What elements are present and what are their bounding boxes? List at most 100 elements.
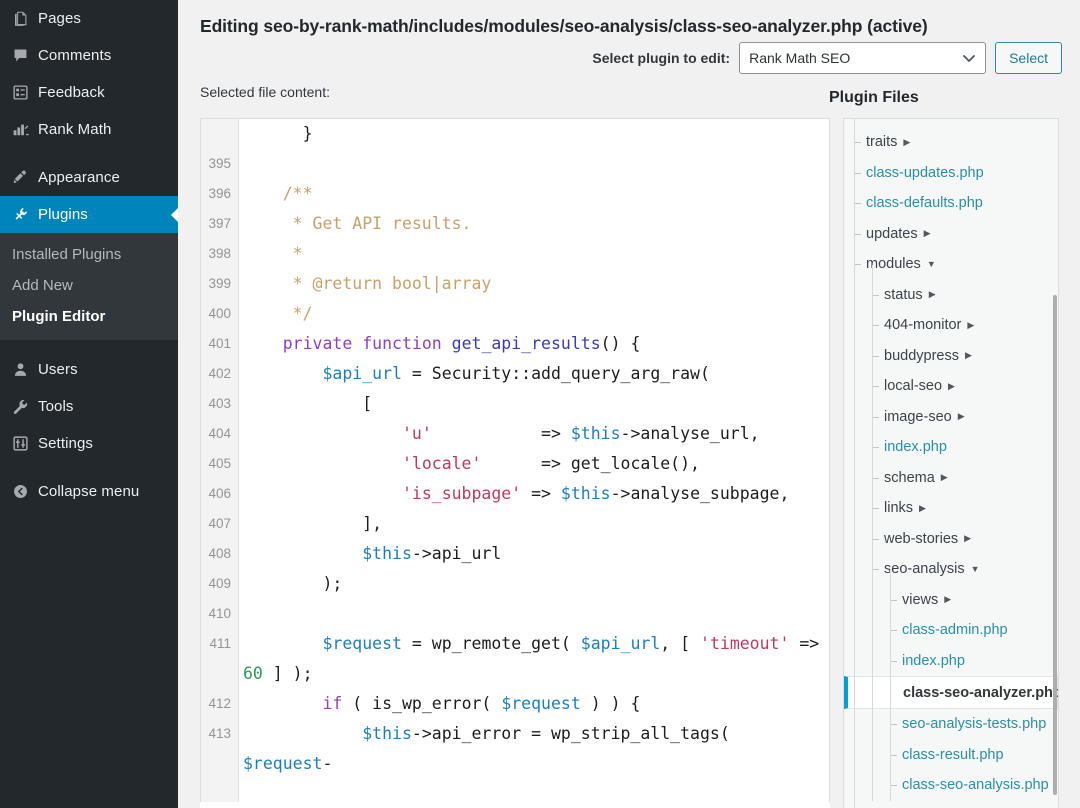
tree-item-selected[interactable]: class-seo-analyzer.php	[844, 676, 1058, 709]
sidebar-item-label: Users	[38, 361, 78, 378]
tree-item-label: class-result.php	[902, 746, 1004, 763]
select-plugin-label: Select plugin to edit:	[592, 50, 731, 66]
sidebar-item-tools[interactable]: Tools	[0, 388, 178, 425]
chevron-right-icon[interactable]: ▶	[924, 229, 931, 238]
tree-item[interactable]: web-stories ▶	[844, 524, 1058, 555]
tree-branch-dash	[872, 538, 879, 540]
sidebar-item-collapse-menu[interactable]: Collapse menu	[0, 473, 178, 510]
plugins-submenu: Installed Plugins Add New Plugin Editor	[0, 233, 178, 340]
sidebar-item-plugins[interactable]: Plugins	[0, 196, 178, 233]
selected-file-content-label: Selected file content:	[200, 84, 330, 100]
tree-branch-dash	[872, 569, 879, 571]
sidebar-item-appearance[interactable]: Appearance	[0, 159, 178, 196]
code-line: 401 private function get_api_results() {	[201, 329, 829, 359]
select-button[interactable]: Select	[995, 42, 1062, 74]
tree-item[interactable]: traits ▶	[844, 127, 1058, 158]
chevron-right-icon[interactable]: ▶	[903, 137, 910, 147]
code-text: *	[243, 244, 303, 263]
menu-separator	[0, 148, 178, 159]
plugin-files-tree-list: traits ▶ class-updates.php class-defaults.p…	[844, 119, 1058, 808]
submenu-item-add-new[interactable]: Add New	[0, 270, 178, 301]
tree-item[interactable]: local-seo ▶	[844, 371, 1058, 402]
chevron-down-icon[interactable]: ▼	[927, 259, 936, 269]
tree-item-label: seo-analysis	[884, 561, 965, 578]
sidebar-item-comments[interactable]: Comments	[0, 37, 178, 74]
chevron-right-icon[interactable]: ▶	[958, 412, 965, 421]
appearance-brush-icon	[12, 168, 38, 188]
tree-item[interactable]: seo-analysis ▼	[844, 554, 1058, 585]
tree-item[interactable]: schema ▶	[844, 463, 1058, 494]
chevron-right-icon[interactable]: ▶	[948, 381, 955, 391]
tree-item-label: class-seo-analysis.php	[902, 777, 1049, 794]
tree-guide-line	[872, 265, 873, 801]
tree-item[interactable]: links ▶	[844, 493, 1058, 524]
tree-item[interactable]: index.php	[844, 646, 1058, 677]
file-tree-scrollbar[interactable]	[1053, 295, 1057, 795]
rank-math-icon	[12, 120, 38, 140]
code-text: /**	[243, 184, 313, 203]
collapse-arrow-icon	[12, 482, 38, 502]
sidebar-item-feedback[interactable]: Feedback	[0, 74, 178, 111]
tree-item[interactable]: updates ▶	[844, 219, 1058, 250]
chevron-right-icon[interactable]: ▶	[941, 473, 948, 482]
plugin-files-tree[interactable]: traits ▶ class-updates.php class-defaults.p…	[843, 118, 1059, 808]
tree-branch-dash	[872, 355, 879, 357]
tree-branch-dash	[854, 233, 861, 235]
tree-item[interactable]: buddypress ▶	[844, 341, 1058, 372]
code-line: 410	[201, 599, 829, 629]
code-text: $this->api_url	[362, 544, 502, 563]
submenu-item-installed-plugins[interactable]: Installed Plugins	[0, 239, 178, 270]
chevron-right-icon[interactable]: ▶	[967, 320, 974, 330]
chevron-right-icon[interactable]: ▶	[929, 290, 936, 299]
tree-branch-dash	[854, 142, 861, 144]
sidebar-item-settings[interactable]: Settings	[0, 425, 178, 462]
plugin-select-row: Select plugin to edit: Rank Math SEO Sel…	[592, 42, 1062, 74]
code-line: 397 * Get API results.	[201, 209, 829, 239]
plugin-select-dropdown[interactable]: Rank Math SEO	[739, 42, 987, 74]
tree-item-label: 404-monitor	[884, 317, 962, 334]
sidebar-item-users[interactable]: Users	[0, 351, 178, 388]
chevron-right-icon[interactable]: ▶	[964, 534, 971, 543]
tree-item[interactable]: status ▶	[844, 280, 1058, 311]
tree-item[interactable]: 404-monitor ▶	[844, 310, 1058, 341]
chevron-right-icon[interactable]: ▶	[944, 595, 951, 604]
line-number: 407	[208, 516, 231, 531]
page-title: Editing seo-by-rank-math/includes/module…	[200, 16, 928, 36]
tree-item[interactable]: class-result.php	[844, 740, 1058, 771]
tree-item[interactable]: class-seo-analysis.php	[844, 770, 1058, 801]
sidebar-item-rank-math[interactable]: Rank Math	[0, 111, 178, 148]
tree-item[interactable]: class-admin.php	[844, 615, 1058, 646]
tree-item[interactable]: assets▶	[844, 801, 1058, 808]
tree-item[interactable]: image-seo ▶	[844, 402, 1058, 433]
tree-item[interactable]: seo-analysis-tests.php	[844, 709, 1058, 740]
sidebar-item-label: Settings	[38, 435, 93, 452]
tree-item[interactable]: class-defaults.php	[844, 188, 1058, 219]
code-line: 405 'locale' => get_locale(),	[201, 449, 829, 479]
code-editor-textarea[interactable]: } 395 396 /** 397 * Get API results. 398 * 39…	[201, 119, 829, 808]
tree-item[interactable]: views ▶	[844, 585, 1058, 616]
tree-item-label: links	[884, 500, 914, 517]
code-text: ],	[243, 514, 383, 533]
line-number: 401	[208, 336, 231, 351]
tree-item-label: traits	[866, 134, 898, 151]
tree-branch-dash	[890, 630, 897, 632]
line-number: 408	[208, 546, 231, 561]
menu-separator	[0, 462, 178, 473]
code-text: 'is_subpage' => $this->analyse_subpage,	[401, 484, 790, 503]
code-editor-panel[interactable]: } 395 396 /** 397 * Get API results. 398 * 39…	[200, 118, 830, 808]
sidebar-item-pages[interactable]: Pages	[0, 0, 178, 37]
tree-item[interactable]: modules ▼	[844, 249, 1058, 280]
code-text: * Get API results.	[243, 214, 472, 233]
tree-item-label: status	[884, 286, 923, 303]
tree-item-label: class-admin.php	[902, 622, 1008, 639]
chevron-right-icon[interactable]: ▶	[919, 503, 926, 513]
plugins-plug-icon	[12, 205, 38, 225]
submenu-item-plugin-editor[interactable]: Plugin Editor	[0, 301, 178, 332]
tree-item-label: buddypress	[884, 347, 959, 364]
chevron-right-icon[interactable]: ▶	[965, 351, 972, 360]
tree-item[interactable]: class-updates.php	[844, 158, 1058, 189]
tools-wrench-icon	[12, 397, 38, 417]
chevron-down-icon[interactable]: ▼	[971, 564, 980, 574]
line-number: 410	[208, 606, 231, 621]
tree-item[interactable]: index.php	[844, 432, 1058, 463]
